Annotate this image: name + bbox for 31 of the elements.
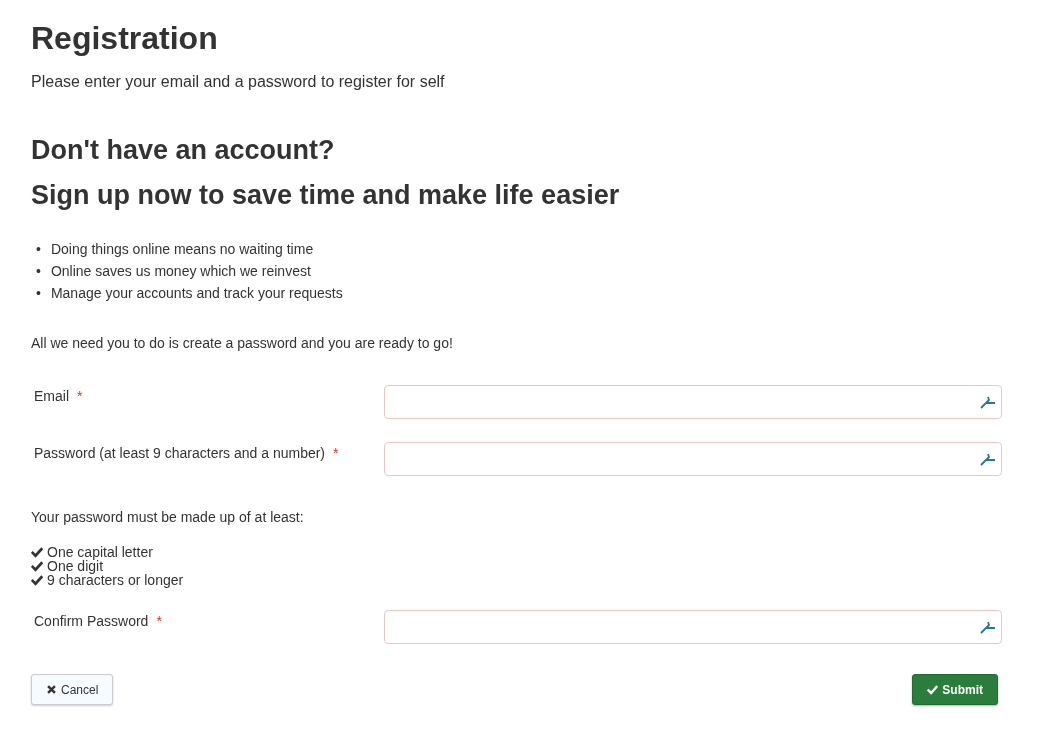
input-field[interactable]	[384, 385, 1002, 419]
field-label: Password (at least 9 characters and a number)	[34, 445, 326, 461]
heading: Don't have an account?	[31, 134, 336, 167]
intro-text: Please enter your email and a password to register for self	[31, 72, 446, 92]
bird-icon	[979, 619, 997, 635]
benefit-item: Online saves us money which we reinvest	[50, 262, 311, 281]
page-title: Registration	[31, 19, 219, 58]
rules-intro: Your password must be made up of at least:	[31, 509, 305, 525]
bullet: •	[36, 284, 41, 303]
input-field[interactable]	[384, 610, 1002, 644]
rule-text: 9 characters or longer	[47, 573, 184, 587]
bird-icon	[979, 394, 997, 410]
field-label: Email	[34, 388, 69, 404]
close-icon	[46, 684, 57, 695]
field-label: Confirm Password	[34, 613, 149, 629]
bullet: •	[36, 262, 41, 281]
note-text: All we need you to do is create a password and you are ready to go!	[31, 334, 454, 352]
input-field[interactable]	[384, 442, 1002, 476]
benefit-item: Doing things online means no waiting time	[50, 240, 314, 259]
required-mark: *	[77, 388, 83, 404]
bullet: •	[36, 240, 41, 259]
benefit-item: Manage your accounts and track your requests	[50, 284, 343, 303]
rule-text: One digit	[47, 559, 104, 573]
check-icon	[927, 684, 939, 695]
required-mark: *	[333, 445, 339, 461]
submit-button[interactable]: Submit	[912, 674, 998, 705]
bird-icon	[979, 451, 997, 467]
heading: Sign up now to save time and make life easier	[31, 179, 621, 212]
required-mark: *	[156, 613, 162, 629]
cancel-button[interactable]: Cancel	[31, 674, 114, 705]
rule-text: One capital letter	[47, 545, 153, 559]
